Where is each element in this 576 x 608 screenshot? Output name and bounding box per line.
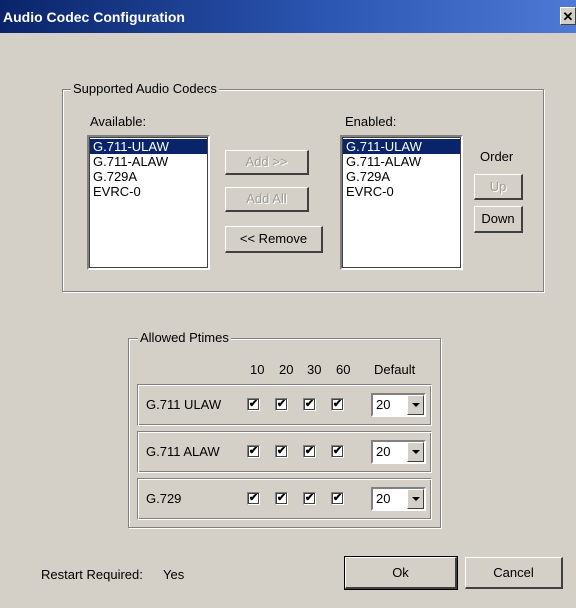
available-label: Available: (90, 114, 147, 129)
chevron-down-icon[interactable] (407, 395, 424, 415)
default-ptime-value: 20 (376, 444, 391, 459)
order-label: Order (480, 149, 514, 164)
ptime-column-header: 60 (336, 362, 351, 377)
ptime-checkbox[interactable]: ✔ (303, 492, 316, 505)
default-ptime-select[interactable]: 20 (371, 440, 426, 464)
chevron-down-icon[interactable] (407, 442, 424, 462)
available-codec-item[interactable]: G.711-ULAW (90, 139, 207, 154)
available-codec-item[interactable]: EVRC-0 (90, 184, 207, 199)
order-up-button[interactable]: Up (474, 174, 523, 200)
ptime-checkbox[interactable]: ✔ (303, 398, 316, 411)
default-column-header: Default (374, 362, 416, 377)
ptime-checkbox[interactable]: ✔ (331, 398, 344, 411)
default-ptime-value: 20 (376, 491, 391, 506)
ptime-column-header: 30 (307, 362, 322, 377)
enabled-label: Enabled: (345, 114, 397, 129)
ptime-row-codec-label: G.711 ALAW (146, 444, 220, 459)
enabled-codec-item[interactable]: G.711-ALAW (343, 154, 460, 169)
close-icon: ✕ (562, 9, 574, 24)
ptime-checkbox[interactable]: ✔ (303, 445, 316, 458)
ptime-checkbox[interactable]: ✔ (275, 398, 288, 411)
default-ptime-value: 20 (376, 397, 391, 412)
title-bar: Audio Codec Configuration ✕ (0, 0, 576, 33)
default-ptime-select[interactable]: 20 (371, 487, 426, 511)
ptime-checkbox[interactable]: ✔ (275, 492, 288, 505)
close-button[interactable]: ✕ (560, 7, 576, 25)
default-ptime-select[interactable]: 20 (371, 393, 426, 417)
ptime-row-codec-label: G.729 (146, 491, 182, 506)
enabled-codecs-list[interactable]: G.711-ULAW G.711-ALAW G.729A EVRC-0 (340, 135, 463, 270)
remove-button[interactable]: << Remove (225, 226, 323, 253)
ptime-row-codec-label: G.711 ULAW (146, 397, 222, 412)
cancel-button[interactable]: Cancel (465, 557, 563, 589)
ptime-checkbox[interactable]: ✔ (247, 492, 260, 505)
ptime-checkbox[interactable]: ✔ (247, 398, 260, 411)
ptime-checkbox[interactable]: ✔ (275, 445, 288, 458)
window-title: Audio Codec Configuration (3, 9, 185, 25)
ptime-column-header: 20 (279, 362, 294, 377)
enabled-codec-item[interactable]: EVRC-0 (343, 184, 460, 199)
restart-required-label: Restart Required: (41, 567, 143, 582)
ptime-checkbox[interactable]: ✔ (331, 445, 344, 458)
available-codecs-list[interactable]: G.711-ULAW G.711-ALAW G.729A EVRC-0 (87, 135, 210, 270)
enabled-codec-item[interactable]: G.729A (343, 169, 460, 184)
ptime-checkbox[interactable]: ✔ (331, 492, 344, 505)
supported-codecs-legend: Supported Audio Codecs (71, 81, 219, 96)
available-codec-item[interactable]: G.711-ALAW (90, 154, 207, 169)
add-button[interactable]: Add >> (225, 150, 309, 175)
chevron-down-icon[interactable] (407, 489, 424, 509)
restart-required-value: Yes (163, 567, 185, 582)
enabled-codec-item[interactable]: G.711-ULAW (343, 139, 460, 154)
allowed-ptimes-legend: Allowed Ptimes (138, 330, 231, 345)
available-codec-item[interactable]: G.729A (90, 169, 207, 184)
add-all-button[interactable]: Add All (225, 187, 309, 212)
ok-button[interactable]: Ok (344, 556, 458, 590)
order-down-button[interactable]: Down (474, 206, 523, 233)
ptime-checkbox[interactable]: ✔ (247, 445, 260, 458)
ptime-column-header: 10 (250, 362, 265, 377)
